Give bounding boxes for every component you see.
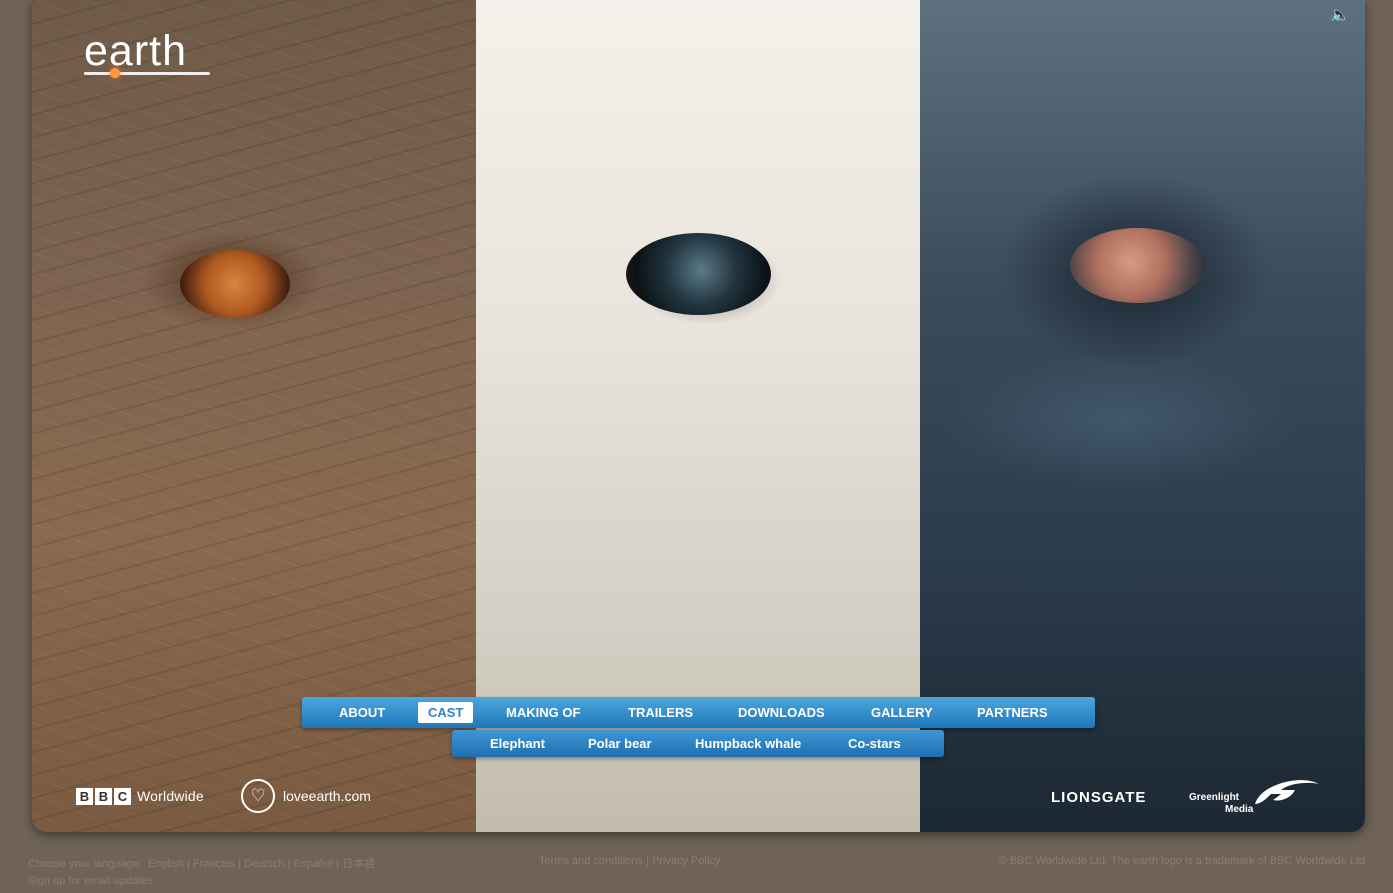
greenlight-media-logo[interactable]: Greenlight Media — [1189, 778, 1324, 822]
bbc-worldwide-text: Worldwide — [137, 788, 204, 804]
lang-francais[interactable]: Français | — [193, 858, 241, 870]
subnav-elephant[interactable]: Elephant — [490, 730, 545, 757]
nav-about[interactable]: ABOUT — [339, 697, 385, 728]
loveearth-link[interactable]: ♡ loveearth.com — [241, 778, 371, 814]
lang-japanese[interactable]: 日本語 — [342, 858, 375, 870]
nav-gallery[interactable]: GALLERY — [871, 697, 933, 728]
loveearth-text: loveearth.com — [283, 788, 371, 804]
speaker-icon[interactable]: 🔈 — [1328, 6, 1352, 26]
legal-links: Terms and conditions | Privacy Policy — [539, 855, 720, 867]
earth-logo-text: earth — [84, 27, 188, 75]
logo-swoosh — [84, 72, 210, 75]
greenlight-line2: Media — [1225, 804, 1254, 815]
bbc-worldwide-logo[interactable]: B B C Worldwide — [76, 786, 204, 806]
lionsgate-logo[interactable]: LIONSGATE — [1051, 789, 1146, 806]
legal-separator: | — [646, 855, 649, 867]
nav-trailers[interactable]: TRAILERS — [628, 697, 693, 728]
hero-stage: earth 🔈 ABOUT CAST MAKING OF TRAILERS DO… — [32, 0, 1365, 832]
greenlight-mark-icon — [1255, 780, 1319, 804]
greenlight-line1: Greenlight — [1189, 792, 1240, 803]
privacy-link[interactable]: Privacy Policy — [652, 855, 720, 867]
lang-espanol[interactable]: Español | — [293, 858, 339, 870]
subnav-co-stars[interactable]: Co-stars — [848, 730, 901, 757]
email-signup-link[interactable]: Sign up for email updates — [28, 875, 153, 887]
subnav-polar-bear[interactable]: Polar bear — [588, 730, 652, 757]
elephant-eye — [180, 250, 290, 318]
greenlight-text: Greenlight Media — [1189, 792, 1253, 816]
whale-eye — [1070, 228, 1205, 303]
bbc-letter-b2: B — [95, 787, 112, 805]
copyright-text: © BBC Worldwide Ltd. The earth logo is a… — [998, 855, 1365, 867]
terms-link[interactable]: Terms and conditions — [539, 855, 643, 867]
logo-sun-dot — [110, 68, 120, 78]
heart-icon: ♡ — [241, 779, 275, 813]
nav-downloads[interactable]: DOWNLOADS — [738, 697, 825, 728]
bbc-letter-c: C — [114, 787, 131, 805]
main-nav: ABOUT CAST MAKING OF TRAILERS DOWNLOADS … — [302, 697, 1095, 728]
nav-making-of[interactable]: MAKING OF — [506, 697, 580, 728]
lang-deutsch[interactable]: Deutsch | — [244, 858, 290, 870]
subnav-humpback-whale[interactable]: Humpback whale — [695, 730, 801, 757]
bbc-letter-b1: B — [76, 787, 93, 805]
earth-logo[interactable]: earth — [84, 26, 214, 84]
nav-cast[interactable]: CAST — [418, 702, 474, 723]
language-selector: Choose your language: English | Français… — [28, 855, 375, 871]
lang-english[interactable]: English | — [148, 858, 190, 870]
polar-bear-eye — [626, 233, 771, 315]
page-footer: Choose your language: English | Français… — [0, 852, 1393, 893]
nav-partners[interactable]: PARTNERS — [977, 697, 1048, 728]
cast-subnav: Elephant Polar bear Humpback whale Co-st… — [452, 730, 944, 757]
language-label: Choose your language: — [28, 858, 142, 870]
